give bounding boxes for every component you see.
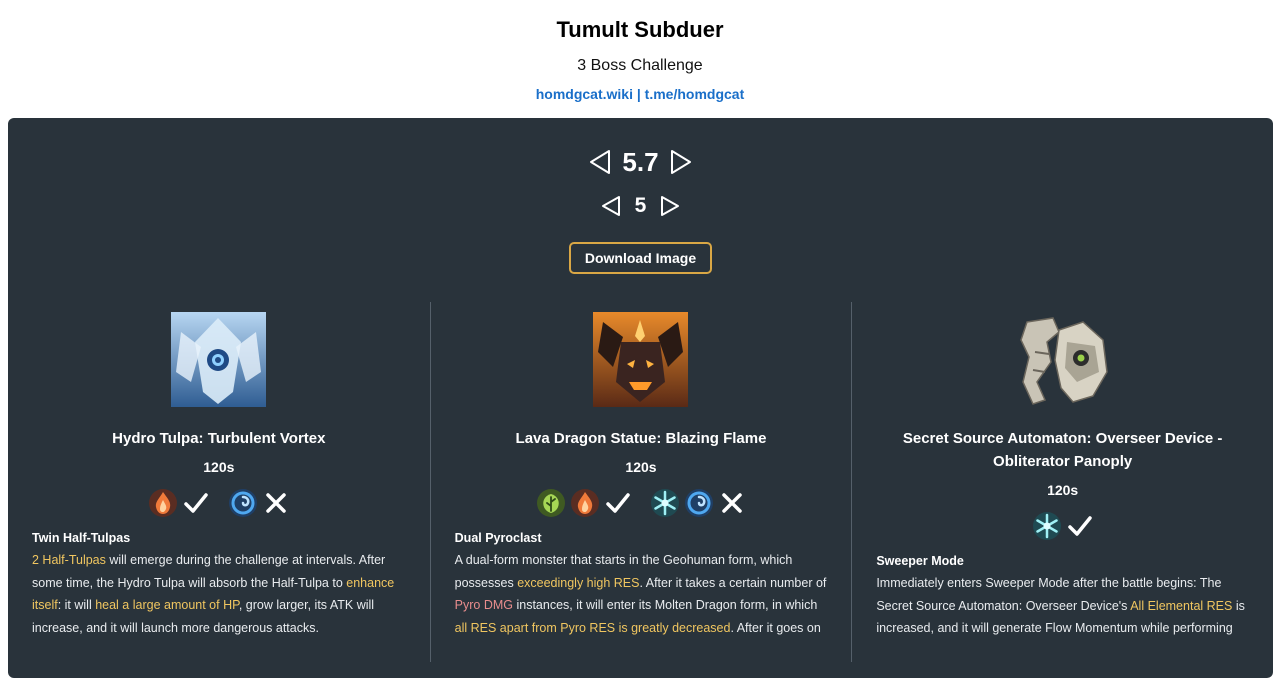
- challenge-panel: 5.7 5 Download Image Hydro Tulpa: Turbul…: [8, 118, 1273, 678]
- check-icon: [184, 493, 208, 513]
- mechanic-title: Dual Pyroclast: [454, 531, 542, 545]
- mechanic-title: Sweeper Mode: [876, 554, 964, 568]
- description-text: instances, it will enter its Molten Drag…: [513, 598, 818, 612]
- check-icon: [606, 493, 630, 513]
- cryo-icon: [1032, 512, 1061, 540]
- lava-dragon-portrait: [593, 312, 689, 407]
- cross-icon: [266, 493, 286, 513]
- stage-prev-arrow-icon[interactable]: [601, 195, 621, 217]
- wiki-link[interactable]: homdgcat.wiki: [536, 86, 633, 102]
- mechanic-description: Immediately enters Sweeper Mode after th…: [876, 572, 1249, 640]
- element-recommendations: [455, 487, 828, 519]
- page-subtitle: 3 Boss Challenge: [577, 57, 703, 74]
- boss-columns: Hydro Tulpa: Turbulent Vortex 120s Twin …: [8, 302, 1273, 662]
- boss-time-limit: 120s: [203, 459, 235, 475]
- description-text: . After it goes on: [730, 620, 821, 635]
- telegram-link[interactable]: t.me/homdgcat: [645, 86, 745, 102]
- boss-card-overseer-device: Secret Source Automaton: Overseer Device…: [851, 302, 1273, 662]
- element-recommendations: [32, 487, 406, 519]
- mechanic-title: Twin Half-Tulpas: [32, 531, 131, 545]
- boss-name: Secret Source Automaton: Overseer Device…: [902, 430, 1223, 470]
- mechanic-description: 2 Half-Tulpas will emerge during the cha…: [32, 549, 406, 639]
- version-prev-arrow-icon[interactable]: [588, 149, 612, 175]
- stage-value: 5: [634, 194, 647, 217]
- highlighted-term: Pyro DMG: [454, 598, 513, 612]
- check-icon: [1067, 516, 1092, 536]
- highlighted-term: exceedingly high RES: [517, 575, 640, 590]
- mechanic-description: A dual-form monster that starts in the G…: [455, 549, 828, 639]
- highlighted-term: All Elemental RES: [1130, 598, 1233, 613]
- boss-mechanic: Dual Pyroclast A dual-form monster that …: [455, 531, 828, 639]
- highlighted-term: all RES apart from Pyro RES is greatly d…: [454, 620, 731, 635]
- boss-mechanic: Twin Half-Tulpas 2 Half-Tulpas will emer…: [32, 531, 406, 639]
- cryo-icon: [650, 489, 679, 517]
- source-links: homdgcat.wiki | t.me/homdgcat: [0, 85, 1280, 103]
- pyro-icon: [148, 489, 177, 517]
- dendro-icon: [536, 489, 565, 517]
- pyro-icon: [570, 489, 599, 517]
- boss-time-limit: 120s: [625, 459, 657, 475]
- boss-name: Lava Dragon Statue: Blazing Flame: [515, 430, 767, 447]
- stage-selector: 5: [8, 192, 1273, 220]
- overseer-device-portrait: [1020, 317, 1108, 405]
- element-recommendations: [876, 510, 1249, 542]
- highlighted-term: 2 Half-Tulpas: [32, 553, 106, 567]
- link-separator: |: [632, 86, 645, 102]
- version-selector: 5.7: [8, 144, 1273, 180]
- page-header: Tumult Subduer 3 Boss Challenge homdgcat…: [0, 0, 1280, 118]
- boss-mechanic: Sweeper Mode Immediately enters Sweeper …: [876, 554, 1249, 640]
- hydro-icon: [228, 489, 257, 517]
- page-title: Tumult Subduer: [556, 17, 724, 42]
- download-image-button[interactable]: Download Image: [569, 242, 712, 274]
- version-next-arrow-icon[interactable]: [669, 149, 693, 175]
- highlighted-term: heal a large amount of HP: [95, 598, 239, 612]
- boss-name: Hydro Tulpa: Turbulent Vortex: [112, 430, 326, 447]
- hydro-icon: [684, 489, 713, 517]
- boss-time-limit: 120s: [1047, 482, 1079, 498]
- boss-card-hydro-tulpa: Hydro Tulpa: Turbulent Vortex 120s Twin …: [8, 302, 430, 662]
- version-value: 5.7: [622, 146, 659, 177]
- description-text: . After it takes a certain number of: [639, 575, 827, 590]
- cross-icon: [722, 493, 742, 513]
- stage-next-arrow-icon[interactable]: [660, 195, 680, 217]
- hydro-tulpa-portrait: [171, 312, 267, 407]
- description-text: : it will: [57, 598, 96, 612]
- boss-card-lava-dragon: Lava Dragon Statue: Blazing Flame 120s D…: [429, 302, 852, 662]
